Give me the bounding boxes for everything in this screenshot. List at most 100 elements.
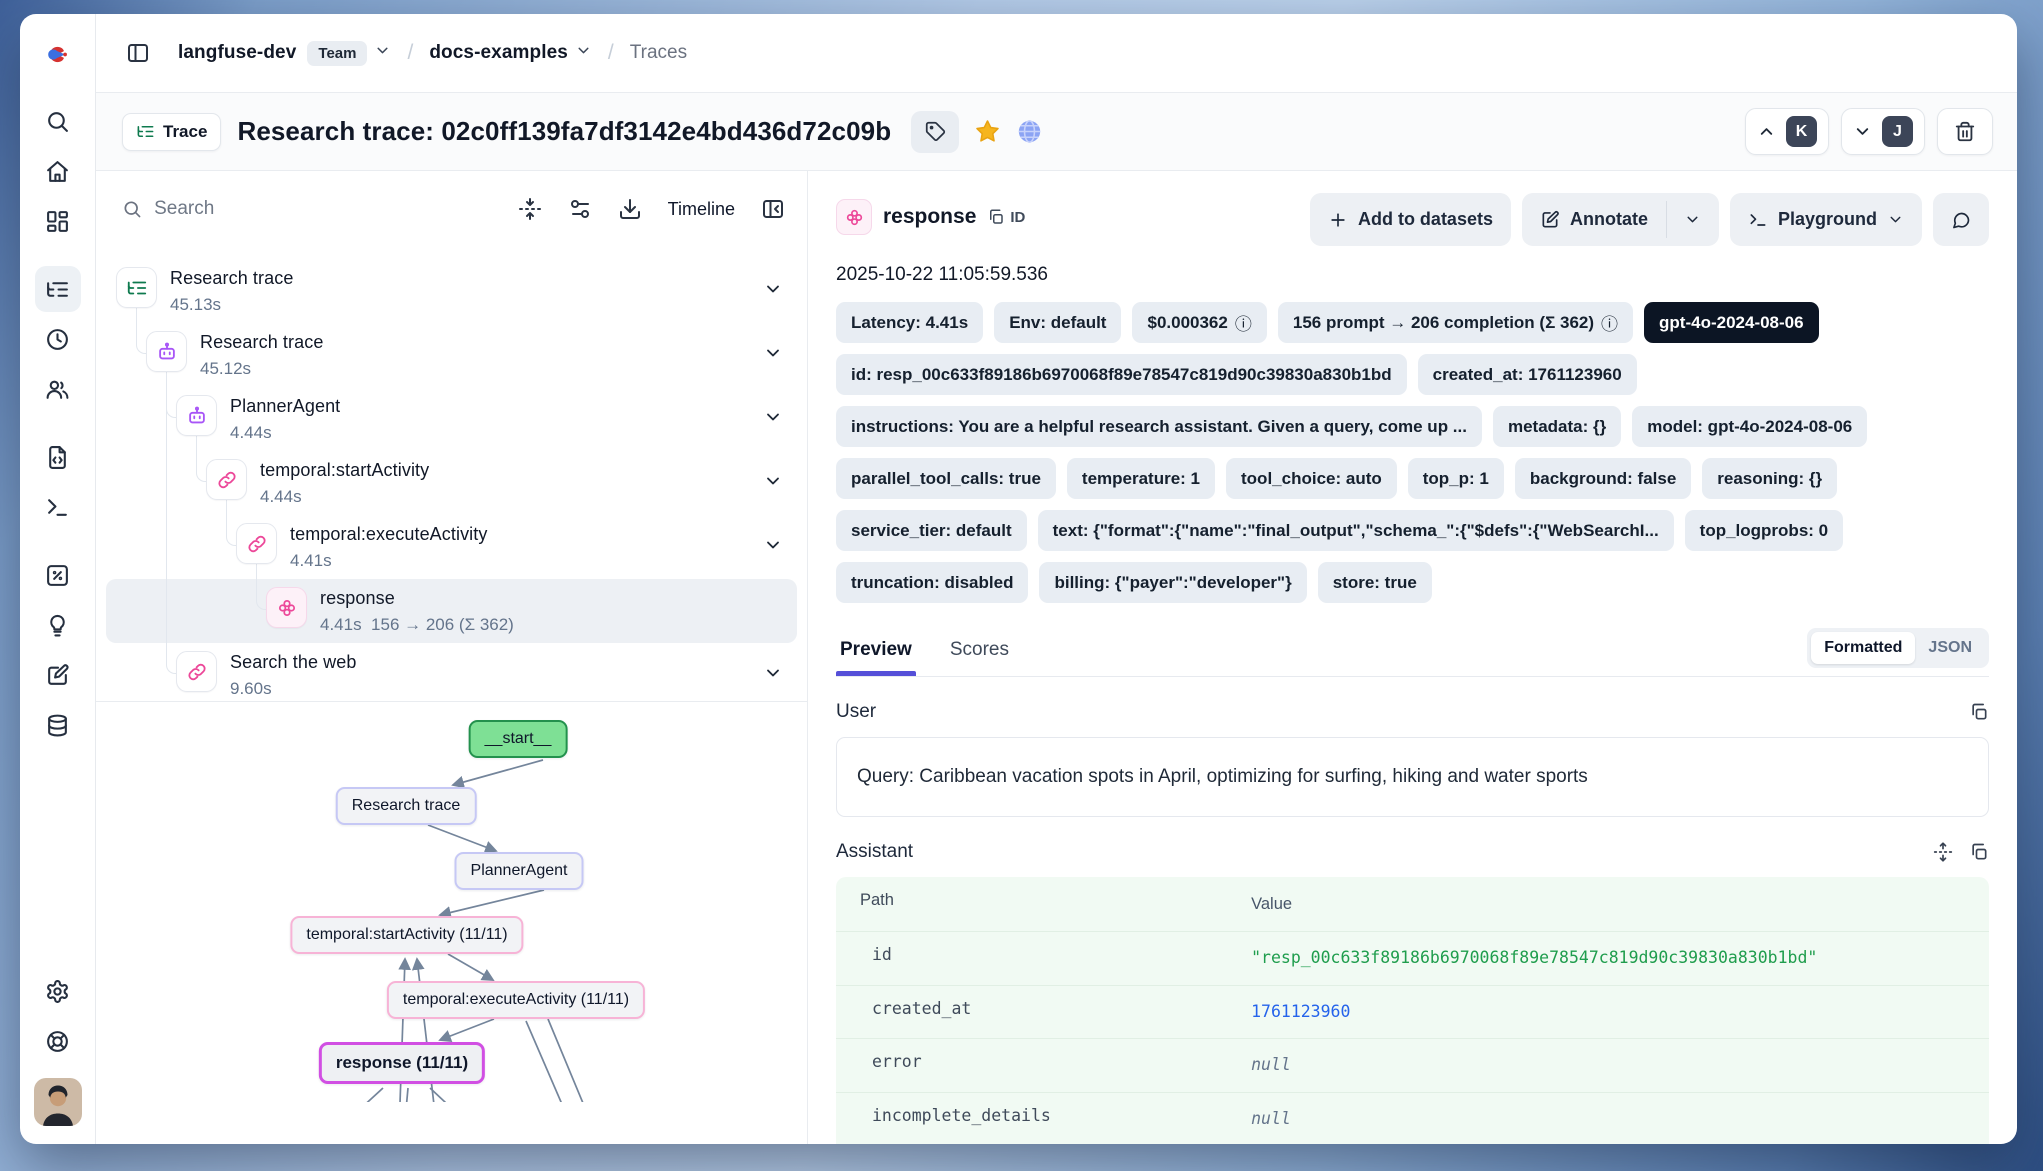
playground-button[interactable]: Playground (1730, 193, 1922, 246)
sidebar-item-clock[interactable] (35, 316, 81, 362)
assistant-table-row: incomplete_detailsnull (836, 1093, 1989, 1144)
lightbulb-icon (45, 613, 70, 638)
metadata-badge[interactable]: id: resp_00c633f89186b6970068f89e78547c8… (836, 354, 1407, 395)
graph-node-planner-agent[interactable]: PlannerAgent (455, 852, 584, 890)
metadata-badge[interactable]: model: gpt-4o-2024-08-06 (1632, 406, 1867, 447)
format-toggle: Formatted JSON (1807, 628, 1989, 668)
collapse-all-icon[interactable] (518, 197, 542, 221)
assistant-table-row: errornull (836, 1039, 1989, 1092)
sidebar-item-settings[interactable] (35, 968, 81, 1014)
timeline-toggle[interactable]: Timeline (668, 199, 735, 220)
org-plan-badge: Team (307, 41, 367, 66)
trace-tree-item[interactable]: PlannerAgent4.44s (106, 387, 797, 451)
observation-metadata-badges: Latency: 4.41s Env: default $0.000362ⓘ 156 … (836, 302, 1989, 614)
sidebar-item-search[interactable] (35, 98, 81, 144)
chevron-down-icon[interactable] (763, 535, 783, 560)
view-settings-icon[interactable] (568, 197, 592, 221)
metadata-badge[interactable]: temperature: 1 (1067, 458, 1215, 499)
breadcrumb-org[interactable]: langfuse-dev (178, 42, 296, 64)
sidebar-item-clipboard-pen[interactable] (35, 652, 81, 698)
chevron-down-icon[interactable] (763, 663, 783, 688)
metadata-badge[interactable]: instructions: You are a helpful research… (836, 406, 1482, 447)
metadata-badge[interactable]: billing: {"payer":"developer"} (1039, 562, 1306, 603)
metadata-badge[interactable]: Latency: 4.41s (836, 302, 983, 343)
bookmark-star-icon[interactable] (974, 118, 1001, 145)
org-switcher-chevron-icon[interactable] (374, 42, 391, 65)
breadcrumb-section[interactable]: Traces (630, 42, 687, 64)
sidebar-item-lightbulb[interactable] (35, 602, 81, 648)
metadata-badge[interactable]: 156 prompt → 206 completion (Σ 362)ⓘ (1278, 302, 1633, 343)
format-option-json[interactable]: JSON (1915, 632, 1985, 664)
add-to-datasets-button[interactable]: Add to datasets (1310, 193, 1511, 246)
sidebar-item-home[interactable] (35, 148, 81, 194)
sidebar-item-dashboard[interactable] (35, 198, 81, 244)
sidebar-item-users[interactable] (35, 366, 81, 412)
sidebar-item-lifebuoy[interactable] (35, 1018, 81, 1064)
tag-icon[interactable] (911, 111, 959, 153)
sidebar-item-database[interactable] (35, 702, 81, 748)
project-switcher-chevron-icon[interactable] (575, 42, 592, 65)
sidebar-item-tracing[interactable] (35, 266, 81, 312)
tree-search-input[interactable] (154, 198, 494, 220)
sidebar-item-terminal[interactable] (35, 484, 81, 530)
pen-square-icon (1540, 210, 1560, 230)
graph-node-start[interactable]: __start__ (469, 720, 568, 758)
public-globe-icon[interactable] (1016, 118, 1043, 145)
copy-icon[interactable] (1969, 702, 1989, 722)
chevron-down-icon[interactable] (763, 407, 783, 432)
langfuse-logo-icon[interactable] (20, 14, 96, 94)
annotate-dropdown-chevron-icon[interactable] (1667, 193, 1719, 246)
sidebar-item-percent[interactable] (35, 552, 81, 598)
tree-search[interactable] (122, 198, 494, 220)
trace-tree-item[interactable]: Research trace45.13s (106, 259, 797, 323)
trace-tree-item[interactable]: Research trace45.12s (106, 323, 797, 387)
json-value: "resp_00c633f89186b6970068f89e78547c819d… (1251, 932, 1989, 984)
graph-node-start-activity[interactable]: temporal:startActivity (11/11) (290, 916, 523, 954)
format-option-formatted[interactable]: Formatted (1811, 632, 1915, 664)
comment-button[interactable] (1933, 193, 1989, 246)
chevron-down-icon[interactable] (763, 279, 783, 304)
trace-tree-item[interactable]: Search the web9.60s (106, 643, 797, 701)
tab-scores[interactable]: Scores (946, 629, 1013, 675)
metadata-badge[interactable]: created_at: 1761123960 (1418, 354, 1637, 395)
file-code-icon (45, 445, 70, 470)
metadata-badge[interactable]: text: {"format":{"name":"final_output","… (1038, 510, 1674, 551)
collapse-panel-icon[interactable] (761, 197, 785, 221)
playground-chevron-icon (1887, 211, 1904, 228)
expand-icon[interactable] (1933, 842, 1953, 862)
metadata-badge[interactable]: metadata: {} (1493, 406, 1621, 447)
tab-preview[interactable]: Preview (836, 629, 916, 675)
user-avatar[interactable] (34, 1078, 82, 1126)
chevron-down-icon[interactable] (763, 471, 783, 496)
chevron-down-icon[interactable] (763, 343, 783, 368)
sidebar-toggle-icon[interactable] (126, 41, 150, 65)
sidebar-item-file-code[interactable] (35, 434, 81, 480)
breadcrumb-project[interactable]: docs-examples (429, 42, 568, 64)
metadata-badge[interactable]: tool_choice: auto (1226, 458, 1397, 499)
metadata-badge[interactable]: truncation: disabled (836, 562, 1028, 603)
download-icon[interactable] (618, 197, 642, 221)
copy-icon[interactable] (1969, 842, 1989, 862)
metadata-badge[interactable]: reasoning: {} (1702, 458, 1837, 499)
annotate-button[interactable]: Annotate (1522, 193, 1666, 246)
metadata-badge[interactable]: top_logprobs: 0 (1685, 510, 1843, 551)
copy-id-button[interactable]: ID (987, 208, 1025, 226)
trace-tree-item[interactable]: temporal:executeActivity4.41s (106, 515, 797, 579)
delete-trace-button[interactable] (1937, 108, 1993, 155)
graph-node-execute-activity[interactable]: temporal:executeActivity (11/11) (387, 981, 645, 1019)
trace-tree-item[interactable]: temporal:startActivity4.44s (106, 451, 797, 515)
metadata-badge[interactable]: background: false (1515, 458, 1691, 499)
metadata-badge[interactable]: $0.000362ⓘ (1132, 302, 1266, 343)
metadata-badge[interactable]: top_p: 1 (1408, 458, 1504, 499)
agent-icon (146, 331, 187, 372)
metadata-badge[interactable]: service_tier: default (836, 510, 1027, 551)
model-badge[interactable]: gpt-4o-2024-08-06 (1644, 302, 1819, 343)
metadata-badge[interactable]: store: true (1318, 562, 1432, 603)
previous-trace-button[interactable]: K (1745, 108, 1829, 155)
trace-tree-item[interactable]: response4.41s 156 → 206 (Σ 362) (106, 579, 797, 643)
metadata-badge[interactable]: parallel_tool_calls: true (836, 458, 1056, 499)
next-trace-button[interactable]: J (1841, 108, 1925, 155)
graph-node-response[interactable]: response (11/11) (319, 1042, 485, 1084)
graph-node-research-trace[interactable]: Research trace (336, 787, 477, 825)
metadata-badge[interactable]: Env: default (994, 302, 1121, 343)
